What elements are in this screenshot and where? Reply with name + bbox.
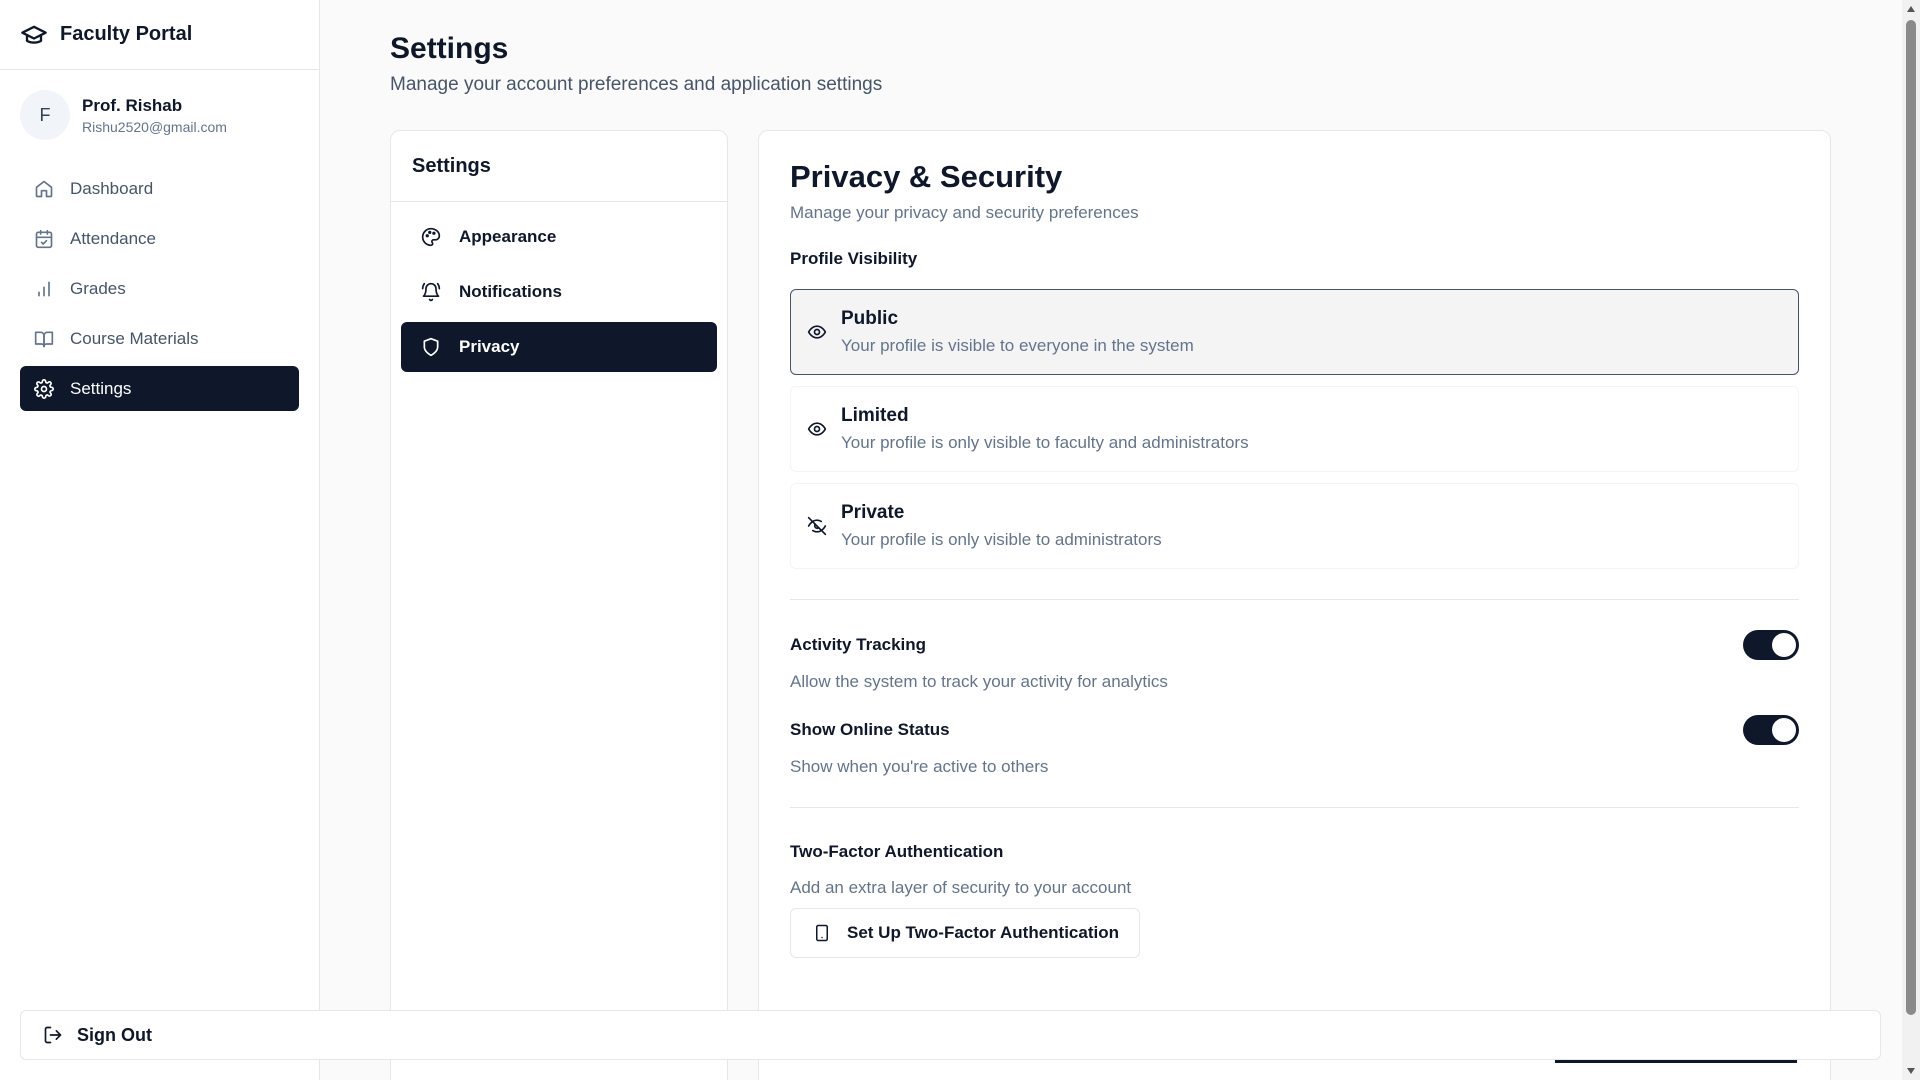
user-profile: F Prof. Rishab Rishu2520@gmail.com: [0, 70, 319, 156]
divider: [790, 807, 1799, 808]
sidebar-item-label: Attendance: [70, 228, 157, 248]
two-factor-description: Add an extra layer of security to your a…: [790, 878, 1132, 897]
settings-tab-appearance[interactable]: Appearance: [401, 212, 717, 262]
page-header: Settings Manage your account preferences…: [390, 32, 1830, 96]
option-description: Your profile is only visible to faculty …: [841, 433, 1249, 452]
sidebar-item-course-materials[interactable]: Course Materials: [20, 316, 299, 361]
sidebar-item-label: Settings: [70, 378, 132, 398]
setup-two-factor-button[interactable]: Set Up Two-Factor Authentication: [790, 908, 1140, 958]
two-factor-title: Two-Factor Authentication: [790, 842, 1004, 861]
sign-out-label: Sign Out: [77, 1024, 152, 1045]
sidebar-item-label: Dashboard: [70, 178, 154, 198]
settings-nav-list: Appearance Notifications Privacy: [391, 202, 727, 387]
sidebar-item-label: Grades: [70, 278, 126, 298]
toggle-description: Allow the system to track your activity …: [790, 672, 1168, 691]
online-status-toggle[interactable]: [1743, 715, 1799, 745]
bar-chart-icon: [34, 279, 54, 299]
eye-off-icon: [807, 516, 827, 536]
panel-subtitle: Manage your privacy and security prefere…: [790, 203, 1139, 222]
settings-tab-label: Notifications: [459, 282, 562, 301]
option-title: Public: [841, 308, 899, 329]
scrollbar[interactable]: [1902, 0, 1920, 1080]
divider: [790, 599, 1799, 600]
toggle-title: Show Online Status: [790, 720, 950, 739]
settings-tab-privacy[interactable]: Privacy: [401, 322, 717, 372]
sidebar-nav: Dashboard Attendance Grades Course Mater…: [0, 156, 319, 426]
profile-visibility-label: Profile Visibility: [790, 249, 918, 268]
brand-header: Faculty Portal: [0, 0, 319, 70]
avatar: F: [20, 90, 70, 140]
sidebar-item-label: Course Materials: [70, 328, 199, 348]
scroll-down-arrow-icon[interactable]: [1902, 1062, 1920, 1080]
eye-icon: [807, 322, 827, 342]
activity-tracking-toggle[interactable]: [1743, 630, 1799, 660]
user-name: Prof. Rishab: [82, 95, 183, 115]
scroll-thumb[interactable]: [1906, 20, 1916, 1015]
settings-nav-panel: Settings Appearance Notifications Privac…: [390, 130, 728, 1080]
sign-out-button[interactable]: Sign Out: [20, 1010, 1881, 1060]
sidebar-item-grades[interactable]: Grades: [20, 266, 299, 311]
option-description: Your profile is only visible to administ…: [841, 530, 1162, 549]
panel-title: Privacy & Security: [790, 159, 1063, 194]
privacy-panel: Privacy & Security Manage your privacy a…: [758, 130, 1831, 1080]
toggle-title: Activity Tracking: [790, 635, 927, 654]
activity-tracking-row: Activity Tracking: [790, 630, 1799, 660]
shield-icon: [421, 337, 441, 357]
page-title: Settings: [390, 32, 509, 65]
online-status-row: Show Online Status: [790, 715, 1799, 745]
book-icon: [34, 329, 54, 349]
user-email: Rishu2520@gmail.com: [82, 118, 227, 135]
app-title: Faculty Portal: [60, 23, 193, 45]
sidebar-item-dashboard[interactable]: Dashboard: [20, 166, 299, 211]
eye-icon: [807, 419, 827, 439]
visibility-option-public[interactable]: Public Your profile is visible to everyo…: [790, 289, 1799, 375]
scroll-up-arrow-icon[interactable]: [1902, 0, 1920, 18]
settings-nav-title: Settings: [391, 131, 727, 202]
option-title: Limited: [841, 405, 909, 426]
hidden-save-button-edge: [1555, 1060, 1797, 1063]
toggle-knob: [1772, 633, 1796, 657]
visibility-options: Public Your profile is visible to everyo…: [790, 289, 1799, 569]
settings-tab-notifications[interactable]: Notifications: [401, 267, 717, 317]
sidebar-item-attendance[interactable]: Attendance: [20, 216, 299, 261]
sidebar-item-settings[interactable]: Settings: [20, 366, 299, 411]
smartphone-icon: [813, 924, 831, 942]
sidebar: Faculty Portal F Prof. Rishab Rishu2520@…: [0, 0, 320, 1080]
button-label: Set Up Two-Factor Authentication: [847, 923, 1119, 942]
visibility-option-private[interactable]: Private Your profile is only visible to …: [790, 483, 1799, 569]
bell-icon: [421, 282, 441, 302]
palette-icon: [421, 227, 441, 247]
option-description: Your profile is visible to everyone in t…: [841, 336, 1194, 355]
logout-icon: [43, 1025, 63, 1045]
settings-tab-label: Appearance: [459, 227, 557, 246]
toggle-description: Show when you're active to others: [790, 757, 1049, 776]
page-subtitle: Manage your account preferences and appl…: [390, 74, 883, 95]
graduation-cap-icon: [20, 21, 48, 49]
gear-icon: [34, 378, 54, 399]
home-icon: [34, 179, 54, 199]
visibility-option-limited[interactable]: Limited Your profile is only visible to …: [790, 386, 1799, 472]
calendar-icon: [34, 229, 54, 249]
settings-tab-label: Privacy: [459, 337, 520, 356]
toggle-knob: [1772, 718, 1796, 742]
option-title: Private: [841, 502, 905, 523]
